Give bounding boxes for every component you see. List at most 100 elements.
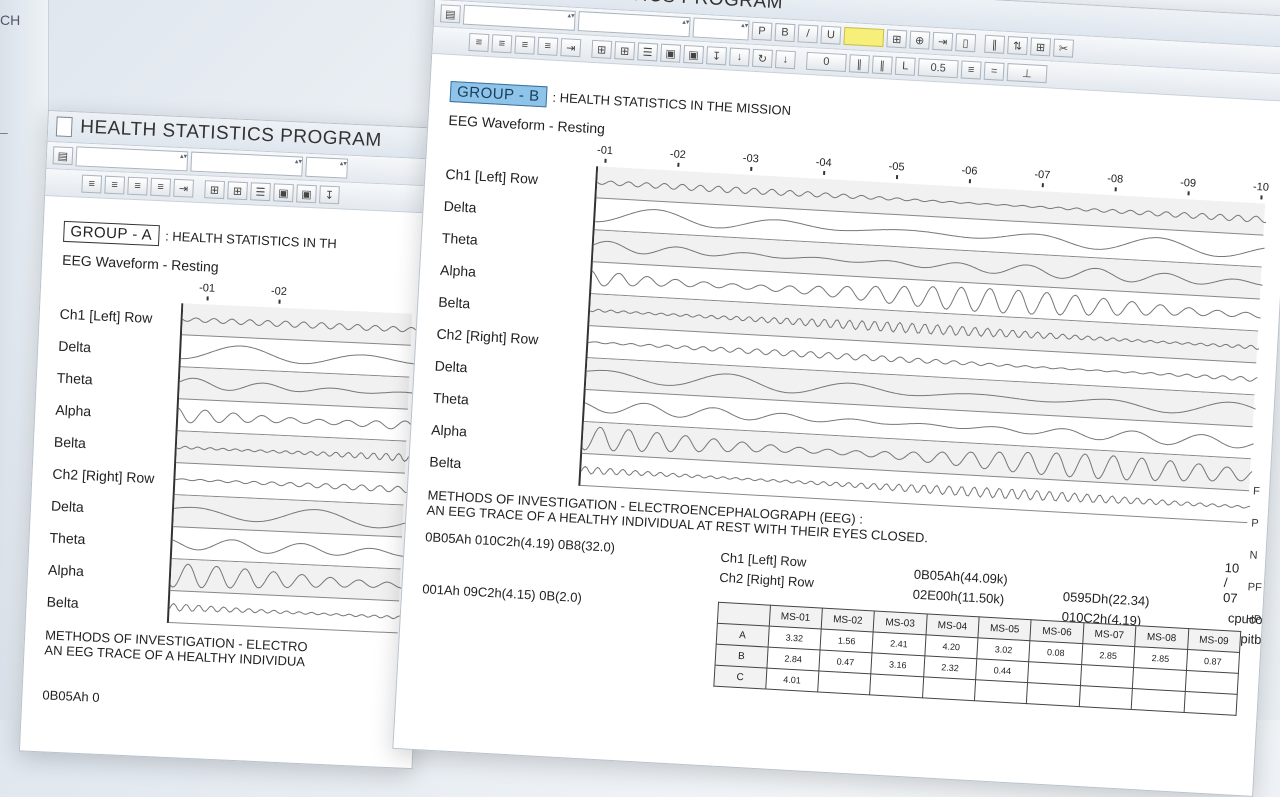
window-group-a[interactable]: HEALTH STATISTICS PROGRAM ▤ ≡ ≡ ≡ ≡ ⇥ ⊞ … — [18, 110, 442, 770]
bold-button[interactable]: B — [774, 23, 796, 43]
indent-icon[interactable]: ⇥ — [173, 178, 194, 198]
group-tag[interactable]: GROUP - B — [449, 80, 548, 108]
lines-icon[interactable]: ≡ — [960, 60, 982, 80]
row-header: A — [716, 623, 769, 648]
image-alt-icon[interactable]: ▣ — [296, 184, 317, 204]
table-cell: 1.56 — [819, 629, 874, 653]
font-field[interactable] — [75, 146, 189, 172]
column-header: MS-03 — [873, 610, 927, 635]
background-text: CH — [0, 12, 21, 28]
link-icon[interactable]: ⊕ — [909, 30, 931, 50]
align-left-icon[interactable]: ≡ — [81, 174, 103, 194]
table-cell — [817, 670, 872, 695]
eeg-plot — [167, 303, 442, 634]
indent-icon[interactable]: ⇥ — [560, 38, 582, 58]
side-label: PF — [1247, 581, 1263, 595]
table-icon[interactable]: ⊞ — [591, 39, 613, 59]
column-header: MS-09 — [1187, 628, 1241, 653]
list-icon[interactable]: ☰ — [250, 182, 271, 202]
columns-icon[interactable]: ∥ — [871, 55, 893, 75]
rotate-icon[interactable]: ↻ — [751, 48, 773, 68]
image-icon[interactable]: ▣ — [273, 183, 294, 203]
tick-label: -05 — [888, 160, 905, 174]
equals-icon[interactable]: = — [983, 61, 1005, 81]
line-button[interactable]: L — [894, 56, 916, 76]
down-arrow-icon[interactable]: ↓ — [729, 47, 750, 67]
image-icon[interactable]: ▣ — [660, 43, 682, 63]
align-center-icon[interactable]: ≡ — [491, 34, 513, 54]
columns-icon[interactable]: ∥ — [848, 54, 870, 74]
table-cell — [1027, 661, 1082, 686]
grid-icon[interactable]: ⊞ — [1030, 37, 1052, 57]
background-dash: – — [0, 124, 8, 140]
grid-icon[interactable]: ⊞ — [227, 181, 248, 201]
waveform-line — [174, 506, 435, 529]
save-icon[interactable]: ▤ — [52, 146, 74, 166]
align-right-icon[interactable]: ≡ — [127, 176, 149, 196]
scale-icon[interactable]: ⊥ — [1006, 63, 1048, 84]
table-icon[interactable]: ⊞ — [886, 29, 908, 49]
italic-icon[interactable]: / — [797, 24, 819, 44]
justify-icon[interactable]: ≡ — [537, 36, 559, 56]
tick-label: -03 — [742, 152, 760, 166]
zoom-field[interactable] — [305, 156, 349, 179]
hex-values: 0B05Ah 0 — [42, 687, 100, 705]
table-cell — [1132, 667, 1186, 692]
column-header: MS-02 — [821, 608, 875, 632]
table-cell: 0.87 — [1185, 649, 1240, 674]
justify-icon[interactable]: ≡ — [150, 177, 172, 197]
bold-p-button[interactable]: P — [751, 21, 773, 41]
document-body: GROUP - B : HEALTH STATISTICS IN THE MIS… — [396, 54, 1280, 752]
waveform-line — [176, 445, 438, 464]
down-arrow-icon[interactable]: ↓ — [774, 50, 796, 70]
window-group-b[interactable]: STATISTICS PROGRAM ▤ P B / U ⊞ ⊕ ⇥ ▯ ∥ ⇅… — [392, 0, 1280, 797]
save-icon[interactable]: ▤ — [439, 4, 461, 24]
table-cell — [1183, 691, 1238, 716]
group-description: : HEALTH STATISTICS IN TH — [164, 228, 337, 252]
size-field[interactable] — [577, 11, 691, 38]
subheading: EEG Waveform - Resting — [61, 251, 220, 275]
table-cell — [974, 679, 1028, 704]
value-label: 0B05Ah(44.09k) — [913, 566, 1009, 587]
table-cell — [1080, 664, 1134, 689]
indent-icon[interactable]: ⇥ — [932, 31, 954, 51]
columns-icon[interactable]: ∥ — [984, 34, 1006, 54]
align-center-icon[interactable]: ≡ — [104, 175, 126, 195]
table-cell: 2.32 — [923, 655, 977, 680]
column-header: MS-01 — [768, 605, 823, 630]
table-cell: 2.85 — [1081, 643, 1135, 668]
table-icon[interactable]: ⊞ — [204, 180, 225, 200]
methods-text: METHODS OF INVESTIGATION - ELECTRO AN EE… — [44, 627, 397, 673]
group-tag[interactable]: GROUP - A — [63, 220, 160, 247]
sort-icon[interactable]: ⇅ — [1007, 36, 1029, 56]
column-header: MS-06 — [1030, 619, 1084, 644]
waveform-line — [179, 377, 440, 397]
size-field[interactable] — [190, 151, 304, 177]
tab-icon[interactable]: ↧ — [319, 185, 340, 205]
underline-button[interactable]: U — [820, 25, 842, 45]
page-icon[interactable]: ▯ — [955, 33, 977, 53]
table-cell: 2.85 — [1133, 646, 1188, 671]
align-right-icon[interactable]: ≡ — [514, 35, 536, 55]
grid-icon[interactable]: ⊞ — [614, 41, 636, 61]
row-header: C — [713, 665, 767, 690]
image-alt-icon[interactable]: ▣ — [683, 44, 705, 65]
table-cell — [1026, 682, 1081, 707]
font-field[interactable] — [462, 4, 576, 31]
table-cell: 0.47 — [818, 649, 873, 674]
spacing-button[interactable]: 0 — [805, 51, 847, 73]
table-cell: 4.01 — [765, 668, 819, 692]
cut-icon[interactable]: ✂ — [1053, 38, 1074, 58]
table-cell: 3.32 — [767, 626, 822, 650]
zoom-field[interactable] — [692, 17, 750, 41]
table-cell: 0.44 — [975, 658, 1030, 683]
channel-label: Ch2 [Right] Row — [719, 569, 815, 591]
side-label: HP — [1245, 613, 1262, 627]
list-icon[interactable]: ☰ — [637, 42, 659, 62]
tick-label: -02 — [669, 148, 687, 162]
eeg-plot — [577, 166, 1266, 524]
tab-icon[interactable]: ↧ — [706, 46, 728, 66]
line-width-button[interactable]: 0.5 — [917, 58, 959, 79]
align-left-icon[interactable]: ≡ — [468, 32, 490, 53]
highlight-icon[interactable] — [843, 26, 885, 48]
